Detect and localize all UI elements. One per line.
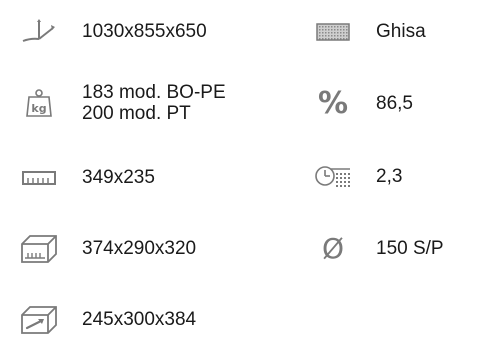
weight-line-2: 200 mod. PT <box>82 103 191 124</box>
weight-line-1: 183 mod. BO-PE <box>82 82 226 103</box>
spec-material: Ghisa <box>314 17 426 47</box>
ground-dimensions-icon <box>20 17 58 47</box>
firebox-value: 374x290x320 <box>82 238 197 259</box>
ruler-icon <box>20 163 58 193</box>
percent-symbol: % <box>317 86 349 121</box>
clock-meter-icon <box>314 162 352 192</box>
ash-drawer-icon <box>20 305 58 335</box>
flue-value: 150 S/P <box>376 238 444 259</box>
firebox-volume-icon <box>20 234 58 264</box>
spec-efficiency: % 86,5 <box>314 89 413 119</box>
weight-value: 183 mod. BO-PE 200 mod. PT <box>82 82 226 124</box>
efficiency-value: 86,5 <box>376 93 413 114</box>
spec-flue: Ø 150 S/P <box>314 234 444 264</box>
svg-text:kg: kg <box>31 102 46 115</box>
grate-value: 349x235 <box>82 167 155 188</box>
spec-weight: kg 183 mod. BO-PE 200 mod. PT <box>20 82 226 124</box>
kg-weight-icon: kg <box>20 88 58 118</box>
diameter-symbol: Ø <box>321 232 345 265</box>
consumption-value: 2,3 <box>376 166 403 187</box>
dimensions-value: 1030x855x650 <box>82 21 207 42</box>
spec-firebox: 374x290x320 <box>20 234 196 264</box>
spec-dimensions: 1030x855x650 <box>20 17 207 47</box>
material-value: Ghisa <box>376 21 426 42</box>
cast-iron-texture-icon <box>314 17 352 47</box>
percent-icon: % <box>314 89 352 119</box>
diameter-icon: Ø <box>314 234 352 264</box>
ashpan-value: 245x300x384 <box>82 309 197 330</box>
spec-grate: 349x235 <box>20 163 155 193</box>
spec-consumption: 2,3 <box>314 162 402 192</box>
spec-ashpan: 245x300x384 <box>20 305 196 335</box>
